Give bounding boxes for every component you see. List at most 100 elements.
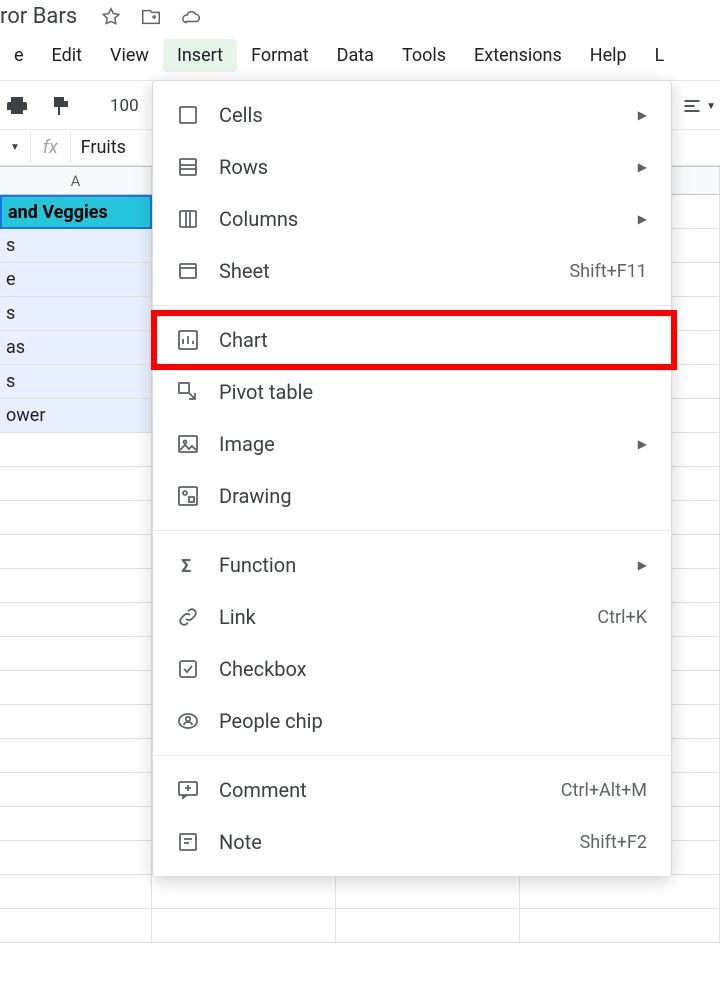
insert-comment[interactable]: Comment Ctrl+Alt+M	[153, 764, 671, 816]
cell[interactable]	[152, 909, 336, 943]
cell[interactable]	[0, 807, 152, 841]
link-icon	[175, 604, 201, 630]
menu-shortcut: Shift+F11	[569, 261, 647, 282]
menubar: eEditViewInsertFormatDataToolsExtensions…	[0, 39, 720, 80]
insert-note[interactable]: NoteShift+F2	[153, 816, 671, 868]
table-row	[0, 909, 720, 943]
menu-item-label: People chip	[219, 709, 647, 733]
cloud-icon[interactable]	[179, 5, 203, 29]
cell[interactable]	[0, 433, 152, 467]
cell[interactable]	[336, 909, 520, 943]
menu-item-label: Comment	[219, 778, 543, 802]
checkbox-icon	[175, 656, 201, 682]
menu-item-label: Pivot table	[219, 380, 647, 404]
insert-people-chip[interactable]: People chip	[153, 695, 671, 747]
cell[interactable]: ower	[0, 399, 152, 433]
insert-pivot-table[interactable]: Pivot table	[153, 366, 671, 418]
cell[interactable]	[0, 705, 152, 739]
cell[interactable]	[0, 909, 152, 943]
fx-label: fx	[31, 130, 71, 165]
cell[interactable]: s	[0, 297, 152, 331]
insert-menu: Cells▶ Rows ▶ Columns ▶ Sheet Shift+F11 Chart Pi…	[152, 80, 672, 877]
menu-insert[interactable]: Insert	[163, 39, 237, 72]
name-box[interactable]: ▼	[0, 130, 31, 165]
cell[interactable]	[336, 875, 520, 909]
menu-item-label: Chart	[219, 328, 647, 352]
insert-link[interactable]: LinkCtrl+K	[153, 591, 671, 643]
insert-function[interactable]: Σ Function ▶	[153, 539, 671, 591]
menu-separator	[153, 305, 671, 306]
print-icon[interactable]	[4, 93, 30, 119]
menu-l[interactable]: L	[641, 39, 679, 72]
svg-text:Σ: Σ	[181, 556, 191, 577]
cell[interactable]	[0, 671, 152, 705]
menu-separator	[153, 530, 671, 531]
cell[interactable]	[520, 875, 720, 909]
align-button[interactable]: ▼	[682, 96, 716, 116]
cell[interactable]	[0, 467, 152, 501]
people-icon	[175, 708, 201, 734]
chevron-right-icon: ▶	[638, 558, 647, 572]
doc-title[interactable]: ror Bars	[0, 4, 77, 29]
insert-cells[interactable]: Cells▶	[153, 89, 671, 141]
cell[interactable]	[0, 875, 152, 909]
move-icon[interactable]	[139, 5, 163, 29]
menu-format[interactable]: Format	[237, 39, 323, 72]
insert-drawing[interactable]: Drawing	[153, 470, 671, 522]
cell[interactable]: and Veggies	[0, 195, 152, 229]
comment-icon	[175, 777, 201, 803]
menu-shortcut: Ctrl+Alt+M	[561, 780, 647, 801]
menu-item-label: Columns	[219, 207, 620, 231]
zoom-select[interactable]: 100	[110, 96, 139, 116]
menu-item-label: Link	[219, 605, 579, 629]
star-icon[interactable]	[99, 5, 123, 29]
columns-icon	[175, 206, 201, 232]
chevron-right-icon: ▶	[638, 437, 647, 451]
insert-columns[interactable]: Columns ▶	[153, 193, 671, 245]
cell[interactable]	[0, 501, 152, 535]
paint-format-icon[interactable]	[48, 93, 74, 119]
cell[interactable]: e	[0, 263, 152, 297]
image-icon	[175, 431, 201, 457]
cell[interactable]	[0, 841, 152, 875]
insert-checkbox[interactable]: Checkbox	[153, 643, 671, 695]
menu-data[interactable]: Data	[323, 39, 388, 72]
cell[interactable]: s	[0, 229, 152, 263]
col-header-A[interactable]: A	[0, 167, 152, 195]
cells-icon	[175, 102, 201, 128]
menu-separator	[153, 755, 671, 756]
cell[interactable]	[0, 603, 152, 637]
cell[interactable]	[0, 535, 152, 569]
menu-item-label: Checkbox	[219, 657, 647, 681]
note-icon	[175, 829, 201, 855]
insert-image[interactable]: Image ▶	[153, 418, 671, 470]
title-bar: ror Bars	[0, 0, 720, 39]
cell[interactable]	[0, 773, 152, 807]
cell[interactable]	[0, 637, 152, 671]
cell[interactable]	[0, 569, 152, 603]
menu-item-label: Rows	[219, 155, 620, 179]
rows-icon	[175, 154, 201, 180]
cell[interactable]	[520, 909, 720, 943]
insert-sheet[interactable]: Sheet Shift+F11	[153, 245, 671, 297]
menu-edit[interactable]: Edit	[38, 39, 96, 72]
menu-help[interactable]: Help	[576, 39, 641, 72]
insert-chart[interactable]: Chart	[153, 314, 671, 366]
chevron-right-icon: ▶	[638, 160, 647, 174]
menu-item-label: Image	[219, 432, 620, 456]
cell[interactable]: as	[0, 331, 152, 365]
menu-tools[interactable]: Tools	[388, 39, 460, 72]
formula-input[interactable]: Fruits	[71, 137, 136, 158]
menu-e[interactable]: e	[0, 39, 38, 72]
menu-item-label: Sheet	[219, 259, 551, 283]
menu-extensions[interactable]: Extensions	[460, 39, 576, 72]
drawing-icon	[175, 483, 201, 509]
chart-icon	[175, 327, 201, 353]
cell[interactable]	[0, 739, 152, 773]
cell[interactable]	[152, 875, 336, 909]
chevron-right-icon: ▶	[638, 212, 647, 226]
menu-item-label: Function	[219, 553, 620, 577]
insert-rows[interactable]: Rows ▶	[153, 141, 671, 193]
cell[interactable]: s	[0, 365, 152, 399]
menu-view[interactable]: View	[96, 39, 163, 72]
